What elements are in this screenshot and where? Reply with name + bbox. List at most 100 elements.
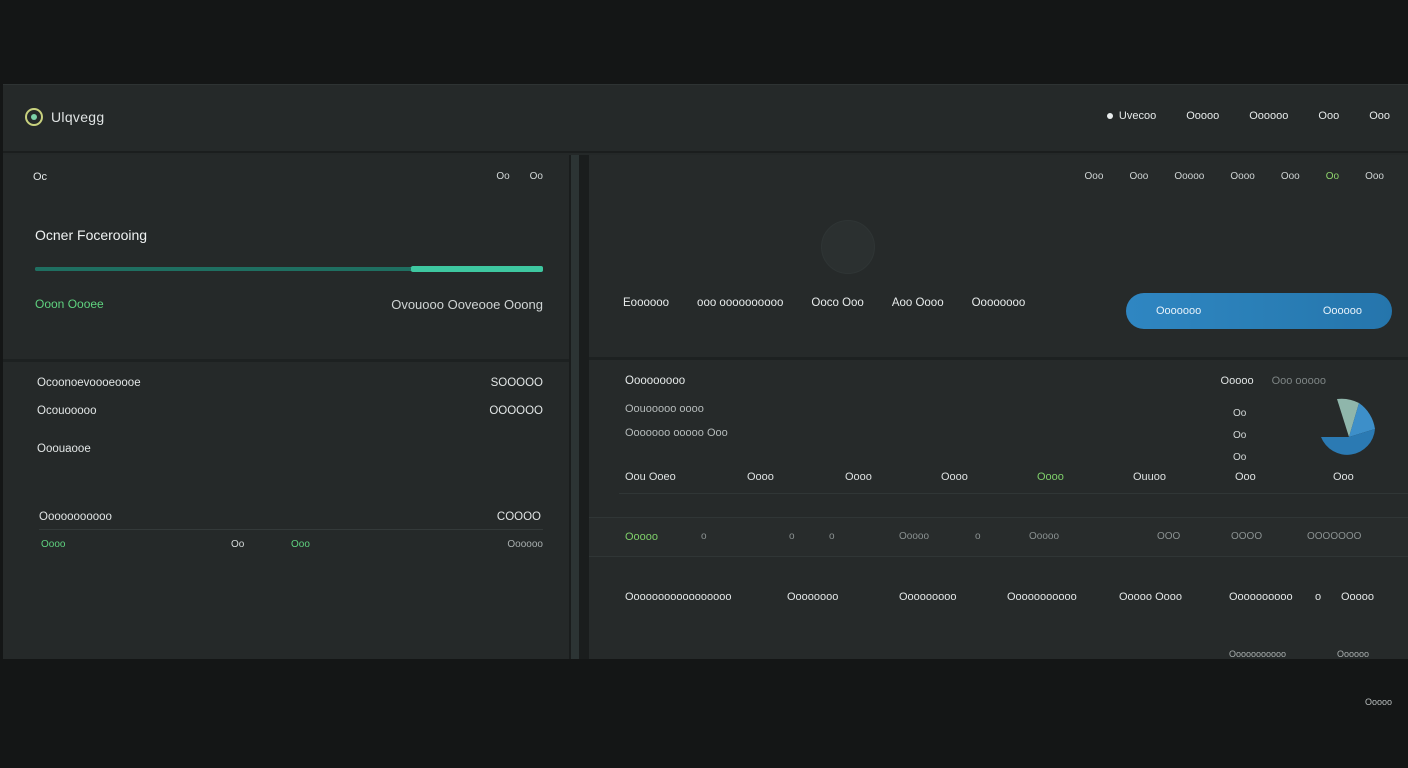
nav-item-5[interactable]: Ooo	[1369, 110, 1390, 122]
nav-item-1[interactable]: Uvecoo	[1106, 110, 1156, 122]
top-bar: Ulqvegg Uvecoo Ooooo Oooooo Ooo Ooo	[3, 85, 1408, 153]
footer-note: Oooooo	[1337, 649, 1370, 659]
nav-item-4[interactable]: Ooo	[1318, 110, 1339, 122]
column-header[interactable]: Ooooooooooooooooo	[625, 591, 731, 603]
column-header[interactable]: o	[1315, 591, 1321, 603]
value-item: Oo	[1233, 430, 1247, 441]
summary-value: SOOOOO	[490, 377, 543, 389]
left-control-1[interactable]: Oo	[496, 171, 509, 182]
column-header[interactable]: Oooo	[747, 471, 774, 483]
column-header[interactable]: Ooooooooo	[899, 591, 957, 603]
summary-list: Ocoonoevoooeoooe SOOOOO Ocouooooo OOOOOO…	[37, 377, 543, 471]
column-header[interactable]: Oou Ooeo	[625, 471, 676, 483]
right-control[interactable]: Ooo	[1281, 171, 1300, 182]
left-panel: Oc Oo Oo Ocner Focerooing Ooon Oooee Ovo…	[3, 155, 569, 659]
table-header: Oou Ooeo Oooo Oooo Oooo Oooo Ouuoo Ooo O…	[625, 471, 1385, 495]
page-title: Ocner Focerooing	[35, 227, 148, 243]
right-control[interactable]: Oooo	[1230, 171, 1254, 182]
top-nav: Uvecoo Ooooo Oooooo Ooo Ooo	[1106, 110, 1390, 122]
totals-cell: Ooo	[291, 539, 310, 550]
right-control[interactable]: Ooooo	[1174, 171, 1204, 182]
app-window: Ulqvegg Uvecoo Ooooo Oooooo Ooo Ooo Oc O…	[3, 84, 1408, 659]
column-header[interactable]: Ooooooooooo	[1007, 591, 1077, 603]
divider	[39, 529, 543, 530]
nav-item-2[interactable]: Ooooo	[1186, 110, 1219, 122]
row-cell: OOOO	[1231, 531, 1263, 542]
corner-label: Ooooo	[1364, 697, 1392, 707]
right-control[interactable]: Oo	[1326, 171, 1339, 182]
column-header[interactable]: Ooo	[1333, 471, 1354, 483]
summary-value: OOOOOO	[489, 405, 543, 417]
totals-label: Ooooooooooo	[39, 511, 112, 523]
nav-item-3[interactable]: Oooooo	[1249, 110, 1288, 122]
value-item: Oo	[1233, 452, 1247, 463]
summary-row: Ocoonoevoooeoooe SOOOOO	[37, 377, 543, 405]
column-header[interactable]: Ooo	[1235, 471, 1256, 483]
summary-row: Ooouaooe	[37, 443, 543, 471]
right-control[interactable]: Ooo	[1085, 171, 1104, 182]
section-title: Ooooooooo	[625, 375, 686, 387]
row-cell: Ooooo	[1029, 531, 1060, 542]
right-control[interactable]: Ooo	[1129, 171, 1148, 182]
divider	[3, 359, 569, 362]
right-panel: Ooo Ooo Ooooo Oooo Ooo Oo Ooo Eoooooo oo…	[589, 155, 1408, 659]
divider	[589, 357, 1408, 360]
values-column: Oo Oo Oo	[1233, 403, 1246, 469]
progress-remaining	[411, 266, 543, 272]
totals-value: COOOO	[496, 511, 541, 523]
pie-chart-icon	[1321, 398, 1375, 455]
progress-fill	[35, 267, 411, 271]
column-header[interactable]: Oooo	[941, 471, 968, 483]
placeholder-avatar	[821, 220, 875, 274]
detail-line: Oouooooo oooo	[625, 403, 704, 415]
left-control-2[interactable]: Oo	[530, 171, 543, 182]
status-text: Ooon Oooee	[35, 297, 104, 311]
panel-splitter[interactable]	[569, 155, 589, 659]
tab-1[interactable]: Eoooooo	[623, 297, 669, 309]
column-header[interactable]: Oooo	[845, 471, 872, 483]
tab-2[interactable]: ooo oooooooooo	[697, 297, 783, 309]
summary-label: Ocouooooo	[37, 405, 97, 417]
row-cell: o	[701, 531, 707, 542]
dot-icon	[1106, 113, 1113, 120]
tab-3[interactable]: Ooco Ooo	[811, 297, 863, 309]
cta-left-label: Ooooooo	[1156, 305, 1202, 317]
row-cell: Ooooo	[899, 531, 930, 542]
column-header[interactable]: Oooo	[1037, 471, 1064, 483]
totals-cell: Oooo	[41, 539, 66, 550]
meta-label: Ooooo	[1220, 375, 1254, 387]
left-controls: Oo Oo	[496, 171, 543, 182]
tab-bar: Eoooooo ooo oooooooooo Ooco Ooo Aoo Oooo…	[623, 297, 1025, 309]
right-controls: Ooo Ooo Ooooo Oooo Ooo Oo Ooo	[1085, 171, 1384, 182]
value-item: Oo	[1233, 408, 1247, 419]
row-cell: o	[975, 531, 981, 542]
tab-5[interactable]: Oooooooo	[972, 297, 1026, 309]
column-header[interactable]: Ooooo Oooo	[1119, 591, 1182, 603]
tab-4[interactable]: Aoo Oooo	[892, 297, 944, 309]
divider	[619, 493, 1408, 494]
summary-label: Ooouaooe	[37, 443, 91, 455]
column-header[interactable]: Ouuoo	[1133, 471, 1166, 483]
column-header[interactable]: Oooooooo	[787, 591, 838, 603]
row-cell: Ooooo	[625, 531, 659, 543]
progress-bar	[35, 266, 543, 272]
primary-action-button[interactable]: Ooooooo Oooooo	[1126, 293, 1392, 329]
row-cell: OOOOOOO	[1307, 531, 1362, 542]
status-detail: Ovouooo Ooveooe Ooong	[391, 297, 543, 312]
detail-line: Ooooooo ooooo Ooo	[625, 427, 728, 439]
brand[interactable]: Ulqvegg	[25, 108, 104, 126]
table-row[interactable]: Ooooo o o o Ooooo o Ooooo OOO OOOO OOOOO…	[589, 517, 1408, 557]
meta-dim: Ooo ooooo	[1271, 375, 1326, 387]
totals-cell: Oooooo	[507, 539, 543, 550]
logo-icon	[25, 108, 43, 126]
cta-right-label: Oooooo	[1322, 305, 1362, 317]
app-name: Ulqvegg	[51, 109, 105, 125]
column-header[interactable]: Oooooooooo	[1229, 591, 1293, 603]
meta-info: Ooooo Ooo ooooo	[1221, 375, 1326, 387]
footer-note: Ooooooooooo	[1229, 649, 1287, 659]
row-cell: o	[789, 531, 795, 542]
left-section-label: Oc	[33, 171, 48, 183]
totals-cell: Oo	[231, 539, 245, 550]
right-control[interactable]: Ooo	[1365, 171, 1384, 182]
column-header[interactable]: Ooooo	[1341, 591, 1374, 603]
